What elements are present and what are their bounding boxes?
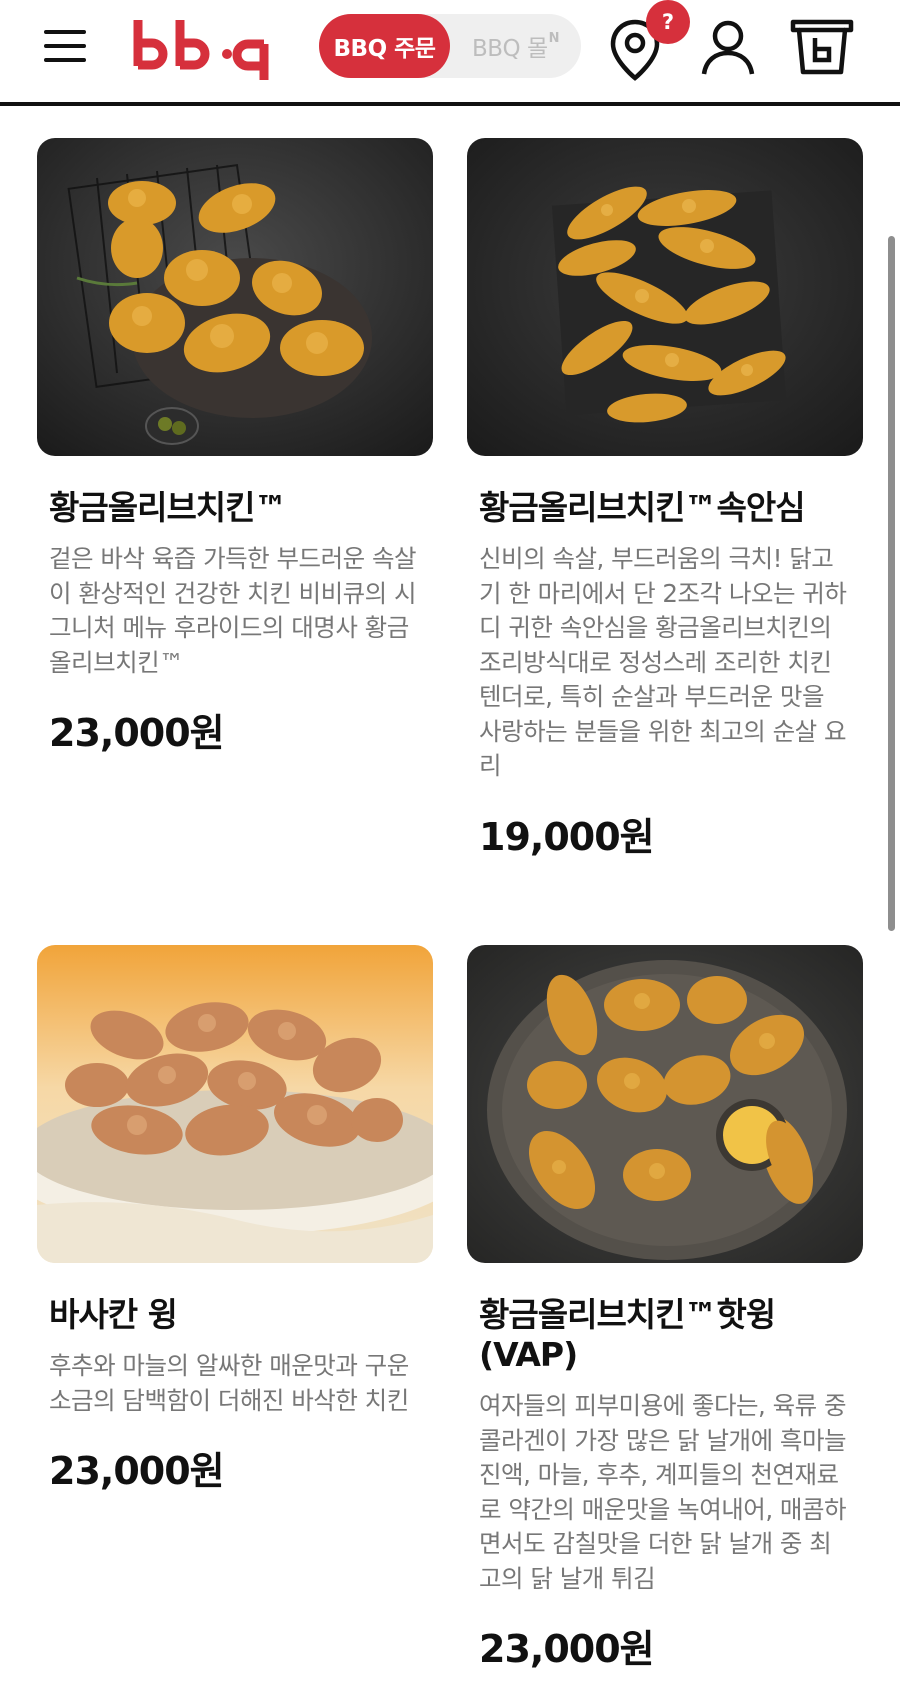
product-description: 여자들의 피부미용에 좋다는, 육류 중 콜라겐이 가장 많은 닭 날개에 흑마…: [479, 1391, 847, 1593]
menu-icon[interactable]: [44, 28, 88, 64]
product-card[interactable]: 황금올리브치킨™핫윙(VAP) 여자들의 피부미용에 좋다는, 육류 중 콜라겐…: [467, 945, 863, 1674]
product-description: 겉은 바삭 육즙 가득한 부드러운 속살이 환상적인 건강한 치킨 비비큐의 시…: [49, 544, 417, 677]
bbq-order-label: BBQ 주문: [333, 36, 436, 62]
product-image[interactable]: [37, 945, 433, 1263]
product-description: 후추와 마늘의 알싸한 매운맛과 구운 소금의 담백함이 더해진 바삭한 치킨: [49, 1351, 409, 1415]
product-image[interactable]: [467, 945, 863, 1263]
product-price: 23,000원: [49, 1449, 225, 1493]
product-card[interactable]: 바사칸 윙 후추와 마늘의 알싸한 매운맛과 구운 소금의 담백함이 더해진 바…: [37, 945, 433, 1496]
bbq-mall-tab[interactable]: BBQ 몰N: [450, 14, 581, 78]
product-card[interactable]: 황금올리브치킨™속안심 신비의 속살, 부드러움의 극치! 닭고기 한 마리에서…: [467, 138, 863, 862]
user-icon[interactable]: [700, 18, 756, 78]
product-name[interactable]: 황금올리브치킨™: [37, 488, 433, 528]
product-card[interactable]: 황금올리브치킨™ 겉은 바삭 육즙 가득한 부드러운 속살이 환상적인 건강한 …: [37, 138, 433, 758]
product-list: 황금올리브치킨™ 겉은 바삭 육즙 가득한 부드러운 속살이 환상적인 건강한 …: [0, 106, 900, 1708]
new-badge: N: [548, 30, 560, 46]
location-badge: ?: [646, 0, 690, 44]
order-mode-toggle[interactable]: BBQ 주문 BBQ 몰N: [319, 14, 581, 78]
product-name[interactable]: 바사칸 윙: [37, 1295, 433, 1335]
product-price: 19,000원: [479, 814, 655, 859]
scrollbar[interactable]: [888, 236, 895, 931]
product-price: 23,000원: [479, 1627, 655, 1671]
bbq-order-tab[interactable]: BBQ 주문: [319, 14, 450, 78]
product-image[interactable]: [467, 138, 863, 456]
bbq-logo[interactable]: [130, 14, 284, 84]
top-header: BBQ 주문 BBQ 몰N ?: [0, 0, 900, 106]
product-name[interactable]: 황금올리브치킨™속안심: [467, 488, 863, 528]
product-image[interactable]: [37, 138, 433, 456]
cart-bucket-icon[interactable]: [789, 16, 855, 78]
product-name[interactable]: 황금올리브치킨™핫윙(VAP): [467, 1295, 863, 1375]
product-price: 23,000원: [49, 711, 225, 755]
product-description: 신비의 속살, 부드러움의 극치! 닭고기 한 마리에서 단 2조각 나오는 귀…: [479, 544, 847, 780]
bbq-mall-label: BBQ 몰: [471, 36, 548, 62]
